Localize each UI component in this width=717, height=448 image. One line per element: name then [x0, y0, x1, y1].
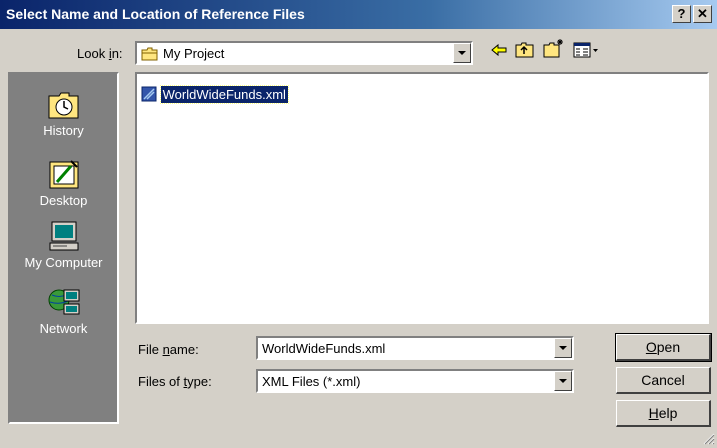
back-icon[interactable]	[490, 42, 508, 61]
title-bar[interactable]: Select Name and Location of Reference Fi…	[0, 0, 717, 29]
look-in-value: My Project	[163, 46, 225, 61]
file-dialog: Select Name and Location of Reference Fi…	[0, 0, 717, 446]
place-network[interactable]: Network	[10, 286, 117, 336]
place-my-computer[interactable]: My Computer	[10, 220, 117, 270]
place-desktop[interactable]: Desktop	[10, 158, 117, 208]
chevron-down-icon[interactable]	[554, 338, 572, 358]
file-type-dropdown[interactable]: XML Files (*.xml)	[256, 369, 574, 393]
file-name-text: WorldWideFunds.xml	[159, 85, 289, 104]
xml-file-icon	[141, 86, 157, 105]
chevron-down-icon[interactable]	[554, 371, 572, 391]
file-name-value: WorldWideFunds.xml	[262, 341, 386, 356]
file-type-value: XML Files (*.xml)	[262, 374, 361, 389]
chevron-down-icon[interactable]	[453, 43, 471, 63]
cancel-button[interactable]: Cancel	[616, 367, 711, 394]
file-list[interactable]: WorldWideFunds.xml	[135, 72, 709, 324]
place-history[interactable]: History	[10, 88, 117, 138]
desktop-icon	[10, 158, 117, 193]
help-title-button[interactable]: ?	[672, 5, 691, 23]
file-name-label: File name:	[138, 342, 199, 357]
up-folder-icon[interactable]	[515, 42, 535, 61]
look-in-label: Look in:	[77, 46, 123, 61]
folder-icon	[141, 47, 159, 64]
new-folder-icon[interactable]	[543, 38, 565, 61]
dialog-title: Select Name and Location of Reference Fi…	[6, 6, 305, 22]
my-computer-icon	[10, 220, 117, 255]
places-bar: History Desktop My Computer Network	[8, 72, 119, 424]
history-icon	[10, 88, 117, 123]
look-in-dropdown[interactable]: My Project	[135, 41, 473, 65]
view-menu-icon[interactable]	[573, 42, 599, 61]
help-button[interactable]: Help	[616, 400, 711, 427]
close-button[interactable]: ✕	[693, 5, 712, 23]
file-type-label: Files of type:	[138, 374, 212, 389]
open-button[interactable]: Open	[615, 333, 712, 362]
network-icon	[10, 286, 117, 321]
file-name-input[interactable]: WorldWideFunds.xml	[256, 336, 574, 360]
list-item[interactable]: WorldWideFunds.xml	[141, 85, 289, 105]
